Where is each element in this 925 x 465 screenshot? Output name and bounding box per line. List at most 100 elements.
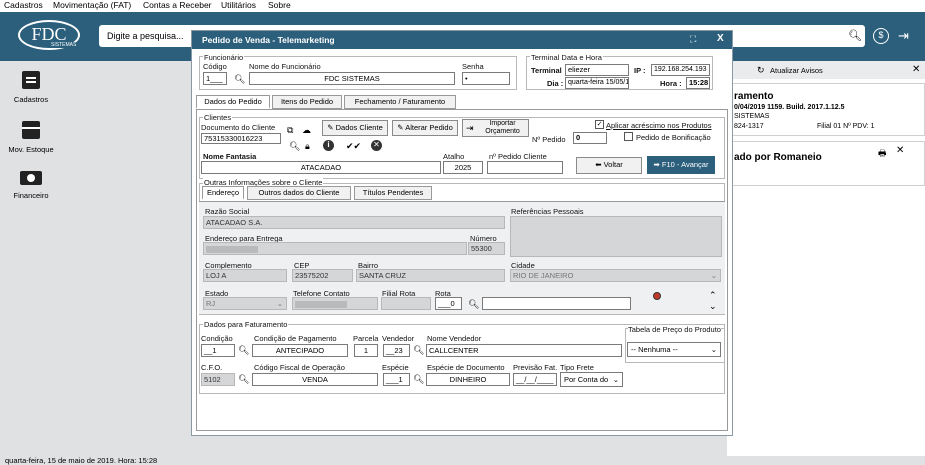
tab-endereco[interactable]: Endereço bbox=[202, 186, 244, 200]
cond-pag-field[interactable]: ANTECIPADO bbox=[252, 344, 348, 357]
pedido-cliente-field[interactable] bbox=[487, 161, 563, 174]
nav-financeiro[interactable]: Financeiro bbox=[0, 171, 62, 200]
search-icon[interactable]: 🔍︎ bbox=[289, 141, 300, 151]
app-logo: FDC SISTEMAS bbox=[18, 20, 80, 50]
search-icon[interactable]: 🔍︎ bbox=[234, 74, 245, 84]
cancel-icon[interactable]: ✕ bbox=[371, 140, 382, 151]
terminal-label: Terminal bbox=[531, 66, 562, 75]
menu-movimentacao[interactable]: Movimentação (FAT) bbox=[53, 0, 131, 10]
condicao-field[interactable]: __1 bbox=[201, 344, 235, 357]
scroll-up-icon[interactable]: ⌃ bbox=[709, 290, 717, 301]
notice-card: ado por Romaneio 🖶︎ ✕ bbox=[727, 141, 925, 186]
notices-header: ↻ Atualizar Avisos ✕ bbox=[727, 61, 925, 79]
help-icon[interactable]: $ bbox=[873, 28, 889, 44]
telefone-field bbox=[292, 297, 378, 310]
nome-funcionario-field[interactable]: FDC SISTEMAS bbox=[249, 72, 455, 85]
refresh-icon[interactable]: ↻ bbox=[757, 65, 765, 76]
nav-label: Financeiro bbox=[13, 191, 49, 200]
especie-field[interactable]: ___1 bbox=[383, 373, 410, 386]
importar-orcamento-button[interactable]: ⇥ Importar Orçamento bbox=[462, 119, 529, 137]
voltar-button[interactable]: ⬅ Voltar bbox=[576, 157, 642, 174]
endereco-field bbox=[203, 242, 467, 255]
group-label: Clientes bbox=[203, 113, 233, 122]
hora-field: 15:28 bbox=[686, 77, 710, 89]
dados-cliente-button[interactable]: ✎ Dados Cliente bbox=[322, 120, 388, 136]
double-check-icon[interactable]: ✔✔ bbox=[346, 141, 361, 151]
close-icon[interactable]: ✕ bbox=[912, 64, 920, 75]
vendedor-field[interactable]: __23 bbox=[383, 344, 410, 357]
scroll-down-icon[interactable]: ⌄ bbox=[709, 301, 717, 312]
left-nav: Cadastros Mov. Estoque Financeiro bbox=[0, 61, 62, 456]
aplicar-acrescimo-checkbox[interactable]: ✓ bbox=[595, 120, 604, 129]
money-icon bbox=[20, 171, 42, 185]
parcela-label: Parcela bbox=[353, 334, 379, 343]
rota-field[interactable]: ___0 bbox=[435, 297, 462, 310]
tipo-frete-select[interactable]: Por Conta do ⌄ bbox=[560, 372, 623, 387]
tab-titulos-pendentes[interactable]: Títulos Pendentes bbox=[354, 186, 432, 200]
search-icon[interactable]: 🔍︎ bbox=[238, 374, 249, 384]
nav-cadastros[interactable]: Cadastros bbox=[0, 71, 62, 104]
bairro-field: SANTA CRUZ bbox=[356, 269, 505, 282]
menu-cadastros[interactable]: Cadastros bbox=[4, 0, 43, 10]
documento-field[interactable]: 75315330016223 bbox=[201, 133, 281, 144]
dialog-title: Pedido de Venda - Telemarketing bbox=[192, 31, 732, 49]
notices-panel: ↻ Atualizar Avisos ✕ ramento 0/04/2019 1… bbox=[727, 61, 925, 456]
codigo-field[interactable]: 1___ bbox=[203, 72, 227, 85]
cep-field: 23575202 bbox=[292, 269, 353, 282]
search-icon[interactable]: 🔍︎ bbox=[468, 299, 479, 309]
maximize-icon[interactable]: ⛶ bbox=[690, 34, 696, 45]
tab-outros-dados[interactable]: Outros dados do Cliente bbox=[247, 186, 351, 200]
refresh-notices-button[interactable]: Atualizar Avisos bbox=[770, 66, 823, 75]
close-icon[interactable]: ✕ bbox=[896, 145, 904, 156]
search-icon[interactable]: 🔍︎ bbox=[413, 345, 424, 355]
nav-mov-estoque[interactable]: Mov. Estoque bbox=[0, 121, 62, 154]
bonificacao-label: Pedido de Bonificação bbox=[636, 133, 711, 142]
cloud-icon[interactable]: ☁ bbox=[302, 125, 311, 135]
bonificacao-checkbox[interactable] bbox=[624, 132, 633, 141]
status-indicator-icon bbox=[653, 292, 661, 300]
menu-contas-receber[interactable]: Contas a Receber bbox=[143, 0, 212, 10]
nav-label: Mov. Estoque bbox=[8, 145, 54, 154]
menu-utilitarios[interactable]: Utilitários bbox=[221, 0, 256, 10]
copy-icon[interactable]: ⧉ bbox=[287, 125, 293, 135]
notice-line: SISTEMAS bbox=[734, 113, 770, 120]
nome-vendedor-field[interactable]: CALLCENTER bbox=[426, 344, 622, 357]
logout-icon[interactable]: ⇥ bbox=[898, 28, 909, 44]
search-icon[interactable]: 🔍︎ bbox=[413, 374, 424, 384]
menu-sobre[interactable]: Sobre bbox=[268, 0, 291, 10]
info-icon[interactable]: i bbox=[323, 140, 334, 151]
search-icon[interactable]: 🔍︎ bbox=[238, 345, 249, 355]
chevron-down-icon: ⌄ bbox=[612, 375, 619, 384]
print-icon[interactable]: 🖶︎ bbox=[878, 146, 887, 162]
tab-fechamento[interactable]: Fechamento / Faturamento bbox=[344, 95, 456, 109]
parcela-field[interactable]: 1 bbox=[354, 344, 378, 357]
group-label: Funcionário bbox=[203, 53, 245, 62]
condicao-label: Condição bbox=[201, 334, 233, 343]
atalho-field[interactable]: 2025 bbox=[443, 161, 483, 174]
terminal-field: eliezer bbox=[565, 64, 629, 76]
razao-label: Razão Social bbox=[205, 207, 250, 216]
tab-itens-pedido[interactable]: Itens do Pedido bbox=[272, 95, 342, 109]
fantasia-field[interactable]: ATACADAO bbox=[201, 161, 441, 174]
codigo-label: Código bbox=[203, 62, 227, 71]
numero-field: 55300 bbox=[468, 242, 505, 255]
alterar-pedido-button[interactable]: ✎ Alterar Pedido bbox=[392, 120, 458, 136]
box-icon bbox=[22, 121, 40, 139]
especie-doc-field[interactable]: DINHEIRO bbox=[426, 373, 510, 386]
avancar-button[interactable]: ➡ F10 - Avançar bbox=[647, 156, 715, 174]
close-icon[interactable]: X bbox=[717, 33, 724, 44]
lock-icon[interactable]: 🔒︎ bbox=[305, 141, 310, 151]
documento-label: Documento do Cliente bbox=[201, 123, 276, 132]
cod-fiscal-field[interactable]: VENDA bbox=[252, 373, 378, 386]
previsao-field[interactable]: __/__/____ bbox=[513, 373, 557, 386]
tabela-preco-select[interactable]: -- Nenhuma -- ⌄ bbox=[627, 342, 721, 357]
cfo-label: C.F.O. bbox=[201, 363, 223, 372]
menu-bar: Cadastros Movimentação (FAT) Contas a Re… bbox=[0, 0, 925, 12]
notice-card: ramento 0/04/2019 1159. Build. 2017.1.12… bbox=[727, 83, 925, 136]
senha-field[interactable]: • bbox=[462, 72, 510, 85]
dia-field: quarta-feira 15/05/19 bbox=[565, 77, 629, 89]
referencias-label: Referências Pessoais bbox=[511, 207, 584, 216]
search-icon[interactable]: 🔍︎ bbox=[848, 29, 862, 42]
rota-desc-field[interactable] bbox=[482, 297, 631, 310]
tab-dados-pedido[interactable]: Dados do Pedido bbox=[196, 95, 270, 109]
